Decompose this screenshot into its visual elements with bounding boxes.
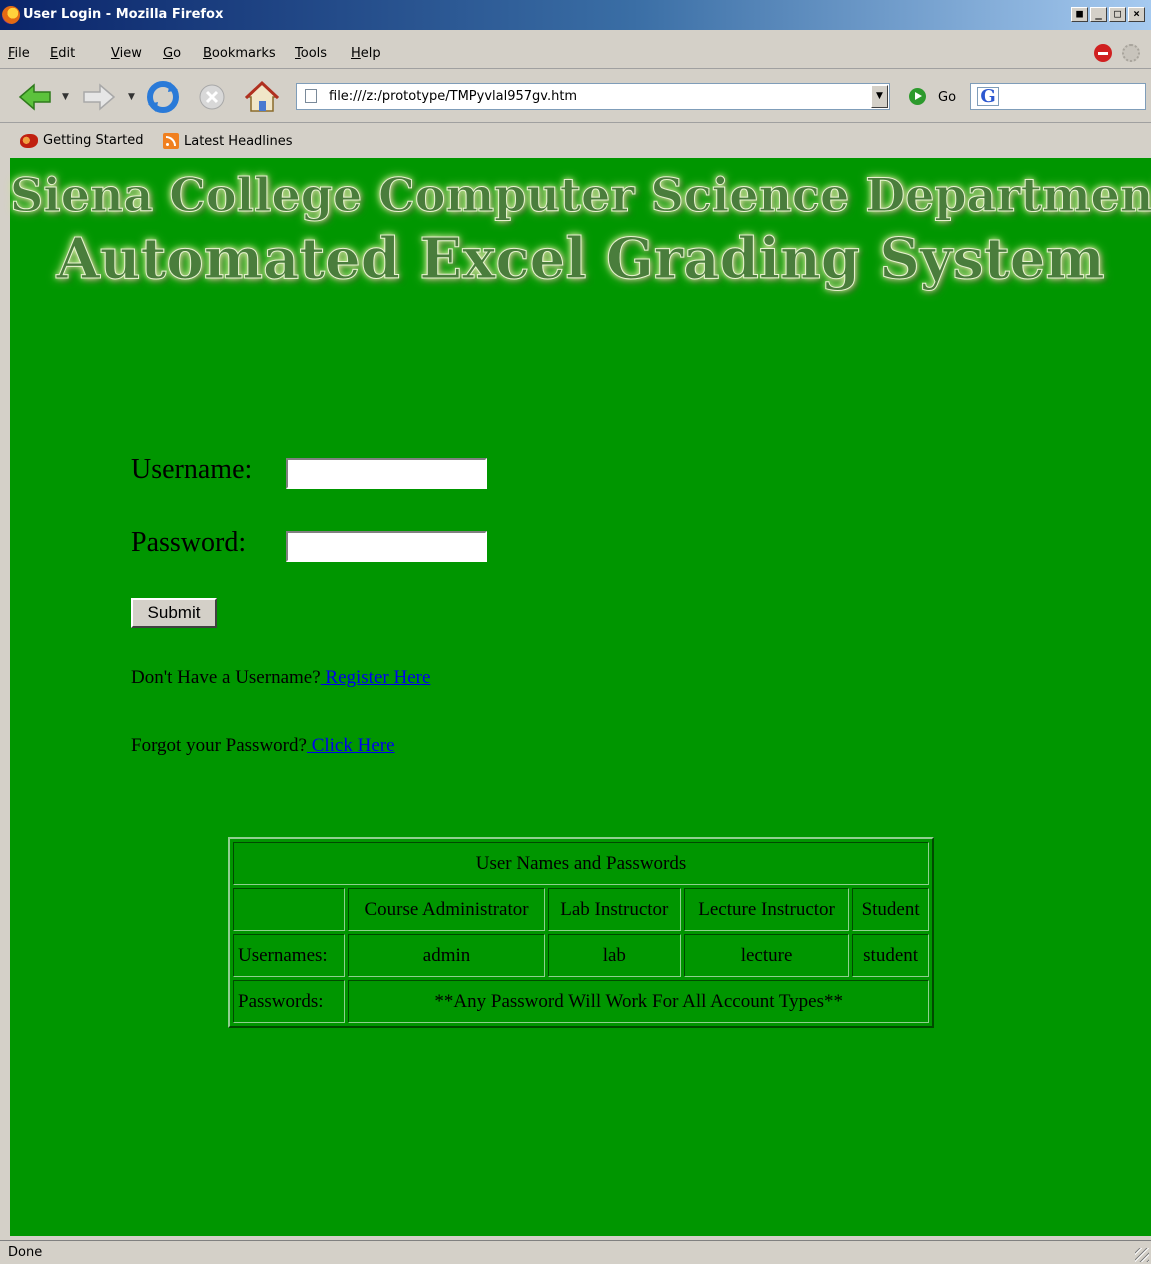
forward-history-dropdown-icon[interactable]: ▼ [128,92,135,102]
bookmark-label: Getting Started [43,133,144,148]
throbber-icon [1122,44,1140,62]
firefox-bookmark-icon [20,133,38,148]
page-content: Siena College Computer Science Departmen… [10,158,1151,1236]
table-row: User Names and Passwords [233,842,929,885]
forward-arrow-icon[interactable] [82,82,116,112]
page-icon [305,89,317,103]
forgot-password-link[interactable]: Click Here [307,735,395,756]
status-text: Done [8,1245,43,1260]
maximize-button[interactable]: □ [1109,7,1126,22]
menu-edit[interactable]: Edit [50,46,75,61]
search-box[interactable]: G [970,83,1146,110]
window-title: User Login - Mozilla Firefox [23,7,224,22]
rss-feed-icon [163,133,179,149]
table-cell: admin [348,934,545,977]
bookmark-getting-started[interactable]: Getting Started [20,133,144,148]
column-header: Lab Instructor [547,888,681,931]
column-header: Course Administrator [348,888,545,931]
table-caption: User Names and Passwords [233,842,929,885]
column-header: Student [852,888,929,931]
bookmark-label: Latest Headlines [184,133,293,149]
row-header: Passwords: [233,980,346,1023]
table-cell: lab [547,934,681,977]
password-input[interactable] [286,531,487,562]
username-input[interactable] [286,458,487,489]
menu-bar: File Edit View Go Bookmarks Tools Help [0,38,1151,69]
table-cell: student [852,934,929,977]
address-bar[interactable]: file:///z:/prototype/TMPyvlal957gv.htm ▼ [296,83,890,110]
window-title-bar[interactable]: User Login - Mozilla Firefox ■ _ □ × [0,0,1151,30]
resize-grip-icon[interactable] [1135,1248,1149,1262]
table-row: Course Administrator Lab Instructor Lect… [233,888,929,931]
row-header: Usernames: [233,934,346,977]
home-icon[interactable] [244,80,280,114]
table-row: Usernames: admin lab lecture student [233,934,929,977]
restore-extra-icon[interactable]: ■ [1071,7,1088,22]
password-label: Password: [131,527,247,558]
google-search-icon[interactable]: G [977,87,999,106]
go-button-label[interactable]: Go [938,90,956,105]
banner-department-title: Siena College Computer Science Departmen… [10,168,1151,223]
window-controls: ■ _ □ × [1071,7,1145,22]
register-prompt-text: Don't Have a Username? [131,667,321,688]
close-button[interactable]: × [1128,7,1145,22]
menu-tools[interactable]: Tools [295,46,327,61]
stop-icon[interactable] [196,82,228,112]
table-cell: **Any Password Will Work For All Account… [348,980,929,1023]
forgot-password-prompt: Forgot your Password? Click Here [131,735,395,757]
username-label: Username: [131,454,253,485]
minimize-button[interactable]: _ [1090,7,1107,22]
url-history-dropdown-icon[interactable]: ▼ [871,85,888,108]
menu-go[interactable]: Go [163,46,181,61]
go-icon[interactable] [909,88,926,105]
alert-icon[interactable] [1094,44,1112,62]
register-prompt: Don't Have a Username? Register Here [131,667,430,689]
bookmark-latest-headlines[interactable]: Latest Headlines [163,133,293,149]
empty-header-cell [233,888,346,931]
url-text[interactable]: file:///z:/prototype/TMPyvlal957gv.htm [329,89,577,104]
submit-button[interactable]: Submit [131,598,217,628]
forgot-password-text: Forgot your Password? [131,735,307,756]
navigation-toolbar: ▼ ▼ file:///z:/prototype/TMPyvlal957gv.h… [0,72,1151,123]
table-row: Passwords: **Any Password Will Work For … [233,980,929,1023]
back-history-dropdown-icon[interactable]: ▼ [62,92,69,102]
column-header: Lecture Instructor [683,888,850,931]
register-link[interactable]: Register Here [321,667,430,688]
menu-help[interactable]: Help [351,46,381,61]
reload-icon[interactable] [146,80,180,114]
table-cell: lecture [683,934,850,977]
back-arrow-icon[interactable] [18,82,52,112]
menu-view[interactable]: View [111,46,142,61]
firefox-icon [2,6,20,24]
menu-file[interactable]: File [8,46,30,61]
menu-bookmarks[interactable]: Bookmarks [203,46,276,61]
banner-system-title: Automated Excel Grading System [56,226,1105,293]
bookmarks-toolbar: Getting Started Latest Headlines [0,126,1151,156]
status-bar: Done [0,1240,1151,1264]
credentials-table: User Names and Passwords Course Administ… [228,837,934,1028]
